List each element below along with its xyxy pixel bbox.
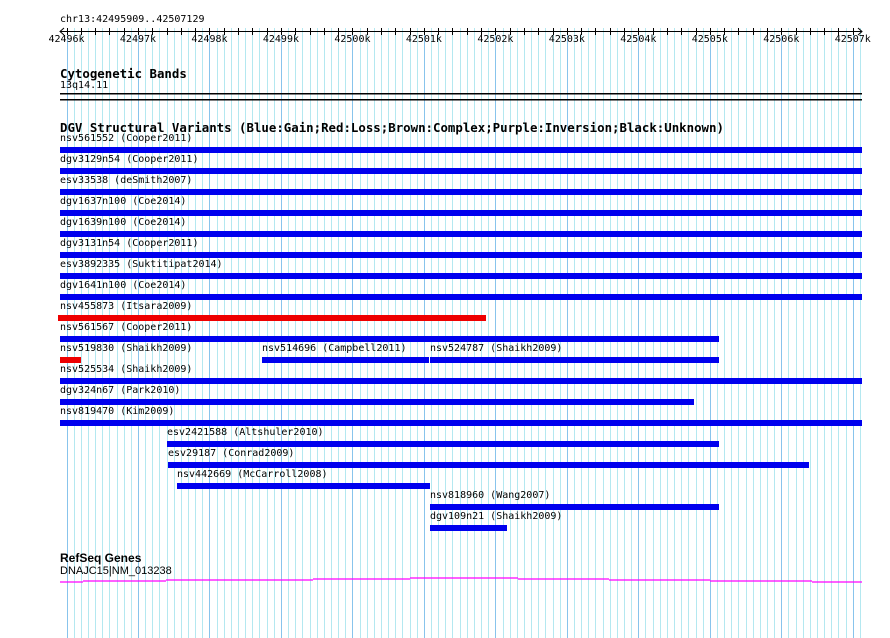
variant-bar-gain[interactable] <box>60 378 862 384</box>
variant-label: nsv525534 (Shaikh2009) <box>60 364 193 375</box>
variant-label: dgv3131n54 (Cooper2011) <box>60 238 199 249</box>
variant-label: nsv455873 (Itsara2009) <box>60 301 193 312</box>
variant-label: dgv324n67 (Park2010) <box>60 385 181 396</box>
cytoband-line-bottom <box>60 99 862 101</box>
refseq-track-title[interactable]: RefSeq Genes <box>60 551 141 565</box>
variant-bar-gain[interactable] <box>60 420 862 426</box>
ruler-tick-label: 42503k <box>548 34 585 45</box>
ruler-tick-label: 42497k <box>119 34 157 45</box>
ruler-tick-label: 42502k <box>477 34 514 45</box>
variant-bar-gain[interactable] <box>429 525 508 531</box>
variant-bar-gain[interactable] <box>167 441 719 447</box>
genome-browser-panel: chr13:42495909..42507129 42496k 42497k 424… <box>0 0 890 638</box>
ruler-tick-label: 42504k <box>620 34 657 45</box>
variant-bar-gain[interactable] <box>60 189 862 195</box>
variant-label: esv29187 (Conrad2009) <box>168 448 295 459</box>
variant-label: nsv514696 (Campbell2011) <box>262 343 407 354</box>
variant-label: nsv818960 (Wang2007) <box>429 490 551 501</box>
variant-label: esv3892335 (Suktitipat2014) <box>60 259 223 270</box>
variant-bar-gain[interactable] <box>262 357 429 363</box>
variant-bar-gain[interactable] <box>60 168 862 174</box>
ruler-tick-label: 42496k <box>48 34 85 45</box>
variant-bar-loss[interactable] <box>60 357 81 363</box>
variant-label: dgv1637n100 (Coe2014) <box>60 196 187 207</box>
variant-label: nsv561567 (Cooper2011) <box>60 322 193 333</box>
cytoband-track-title[interactable]: Cytogenetic Bands <box>60 66 187 81</box>
gene-label: DNAJC15|NM_013238 <box>60 565 172 577</box>
ruler-tick-label: 42505k <box>691 34 728 45</box>
cytoband-label: 13q14.11 <box>60 80 109 91</box>
variant-label: dgv3129n54 (Cooper2011) <box>60 154 199 165</box>
variant-label: nsv519830 (Shaikh2009) <box>60 343 193 354</box>
ruler-tick-label: 42498k <box>191 34 228 45</box>
variant-label: nsv561552 (Cooper2011) <box>60 133 193 144</box>
location-label: chr13:42495909..42507129 <box>60 14 205 25</box>
variant-label: esv2421588 (Altshuler2010) <box>167 427 324 438</box>
variant-bar-gain[interactable] <box>60 273 862 279</box>
variant-label: nsv442669 (McCarroll2008) <box>177 469 328 480</box>
variant-bar-gain[interactable] <box>60 336 719 342</box>
variant-bar-loss[interactable] <box>57 315 486 321</box>
ruler-tick-label: 42506k <box>763 34 800 45</box>
variant-bar-gain[interactable] <box>60 210 862 216</box>
variant-label: nsv524787 (Shaikh2009) <box>429 343 563 354</box>
ruler-tick-label: 42499k <box>262 34 299 45</box>
variant-bar-gain[interactable] <box>429 357 719 363</box>
variant-bar-gain[interactable] <box>60 147 862 153</box>
ruler-tick-label: 42501k <box>405 34 442 45</box>
variant-label: esv33538 (deSmith2007) <box>60 175 193 186</box>
variant-bar-gain[interactable] <box>60 252 862 258</box>
variant-bar-gain[interactable] <box>429 504 719 510</box>
variant-bar-gain[interactable] <box>60 231 862 237</box>
variant-bar-gain[interactable] <box>60 294 862 300</box>
variant-bar-gain[interactable] <box>60 399 695 405</box>
variant-label: nsv819470 (Kim2009) <box>60 406 175 417</box>
variant-label: dgv109n21 (Shaikh2009) <box>429 511 563 522</box>
variant-label: dgv1639n100 (Coe2014) <box>60 217 187 228</box>
variant-bar-gain[interactable] <box>168 462 810 468</box>
variant-label: dgv1641n100 (Coe2014) <box>60 280 187 291</box>
variant-bar-gain[interactable] <box>177 483 430 489</box>
cytoband-line-top <box>60 93 862 95</box>
ruler-tick-label: 42500k <box>334 34 371 45</box>
ruler-tick-label: 42507k <box>834 34 871 45</box>
